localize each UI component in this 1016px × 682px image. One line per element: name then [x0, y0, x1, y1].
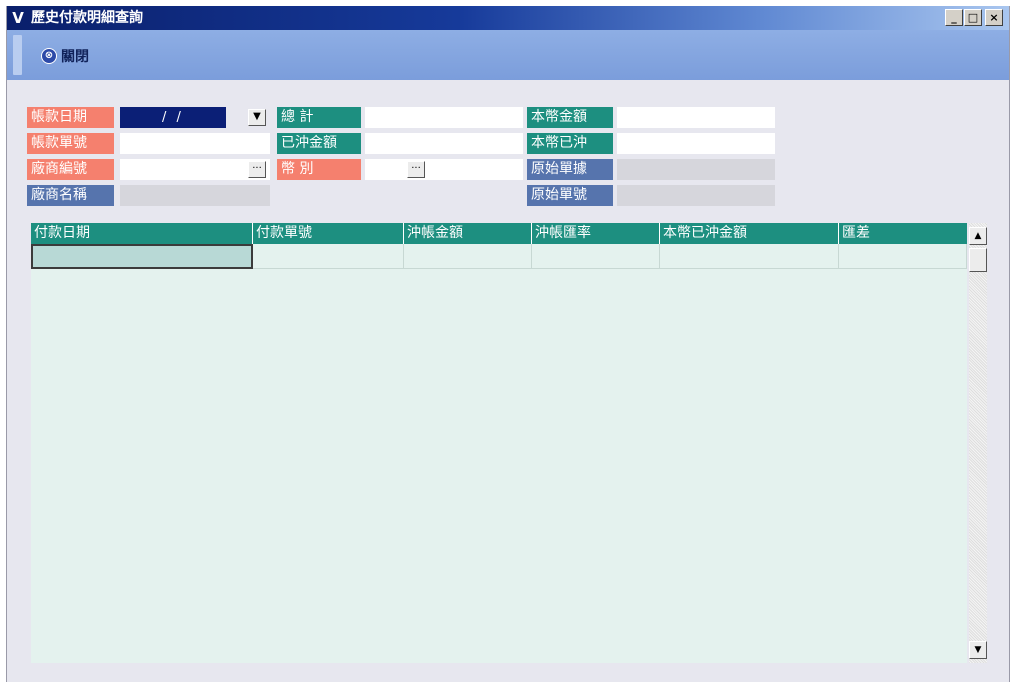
source-no-field	[617, 185, 775, 206]
currency-lookup-button[interactable]: ···	[407, 161, 425, 178]
toolbar: ⊗ 關閉	[7, 30, 1009, 80]
minimize-button[interactable]: _	[945, 9, 963, 26]
close-icon: ⊗	[41, 48, 57, 64]
source-no-label: 原始單號	[527, 185, 613, 206]
scroll-up-button[interactable]: ▲	[969, 227, 987, 245]
col-header-payment-no[interactable]: 付款單號	[253, 223, 404, 244]
local-offset-label: 本幣已沖	[527, 133, 613, 154]
col-header-payment-date[interactable]: 付款日期	[31, 223, 253, 244]
grid-cell-offset-rate[interactable]	[532, 244, 660, 269]
offset-amount-label: 已沖金額	[277, 133, 361, 154]
total-field	[365, 107, 523, 128]
account-no-label: 帳款單號	[27, 133, 114, 154]
source-doc-label: 原始單據	[527, 159, 613, 180]
grid-header: 付款日期 付款單號 沖帳金額 沖帳匯率 本幣已沖金額 匯差	[31, 223, 967, 244]
col-header-local-offset-amount[interactable]: 本幣已沖金額	[660, 223, 839, 244]
total-label: 總 計	[277, 107, 361, 128]
grid-cell-exchange-diff[interactable]	[839, 244, 967, 269]
col-header-offset-amount[interactable]: 沖帳金額	[404, 223, 532, 244]
vendor-name-field	[120, 185, 270, 206]
app-logo-icon: V	[12, 9, 24, 27]
app-window: V 歷史付款明細查詢 _ □ × ⊗ 關閉 帳款日期 / / ▼ 帳款單號 廠商…	[6, 6, 1010, 682]
currency-label: 幣 別	[277, 159, 361, 180]
grid-cell-local-offset-amount[interactable]	[660, 244, 839, 269]
grid-cell-payment-no[interactable]	[253, 244, 404, 269]
vendor-name-label: 廠商名稱	[27, 185, 114, 206]
close-button[interactable]: ⊗ 關閉	[41, 46, 89, 66]
col-header-offset-rate[interactable]: 沖帳匯率	[532, 223, 660, 244]
date-dropdown-button[interactable]: ▼	[248, 109, 266, 126]
account-no-input[interactable]	[120, 133, 270, 154]
grid-cell-offset-amount[interactable]	[404, 244, 532, 269]
scroll-thumb[interactable]	[969, 248, 987, 272]
col-header-exchange-diff[interactable]: 匯差	[839, 223, 967, 244]
local-amount-field	[617, 107, 775, 128]
source-doc-field	[617, 159, 775, 180]
window-title: 歷史付款明細查詢	[31, 10, 143, 26]
local-offset-field	[617, 133, 775, 154]
grid-cell-payment-date[interactable]	[31, 244, 253, 269]
close-button-label: 關閉	[61, 49, 89, 65]
maximize-button[interactable]: □	[964, 9, 982, 26]
vendor-no-label: 廠商編號	[27, 159, 114, 180]
account-date-input[interactable]: / /	[120, 107, 226, 128]
scroll-down-button[interactable]: ▼	[969, 641, 987, 659]
title-bar[interactable]: V 歷史付款明細查詢 _ □ ×	[7, 6, 1009, 30]
toolbar-grip	[13, 35, 22, 75]
currency-input[interactable]	[365, 159, 523, 180]
payment-history-grid[interactable]: 付款日期 付款單號 沖帳金額 沖帳匯率 本幣已沖金額 匯差	[31, 223, 967, 663]
grid-vertical-scrollbar[interactable]: ▲ ▼	[969, 223, 987, 663]
account-date-label: 帳款日期	[27, 107, 114, 128]
offset-amount-field	[365, 133, 523, 154]
window-close-button[interactable]: ×	[985, 9, 1003, 26]
local-amount-label: 本幣金額	[527, 107, 613, 128]
vendor-lookup-button[interactable]: ···	[248, 161, 266, 178]
